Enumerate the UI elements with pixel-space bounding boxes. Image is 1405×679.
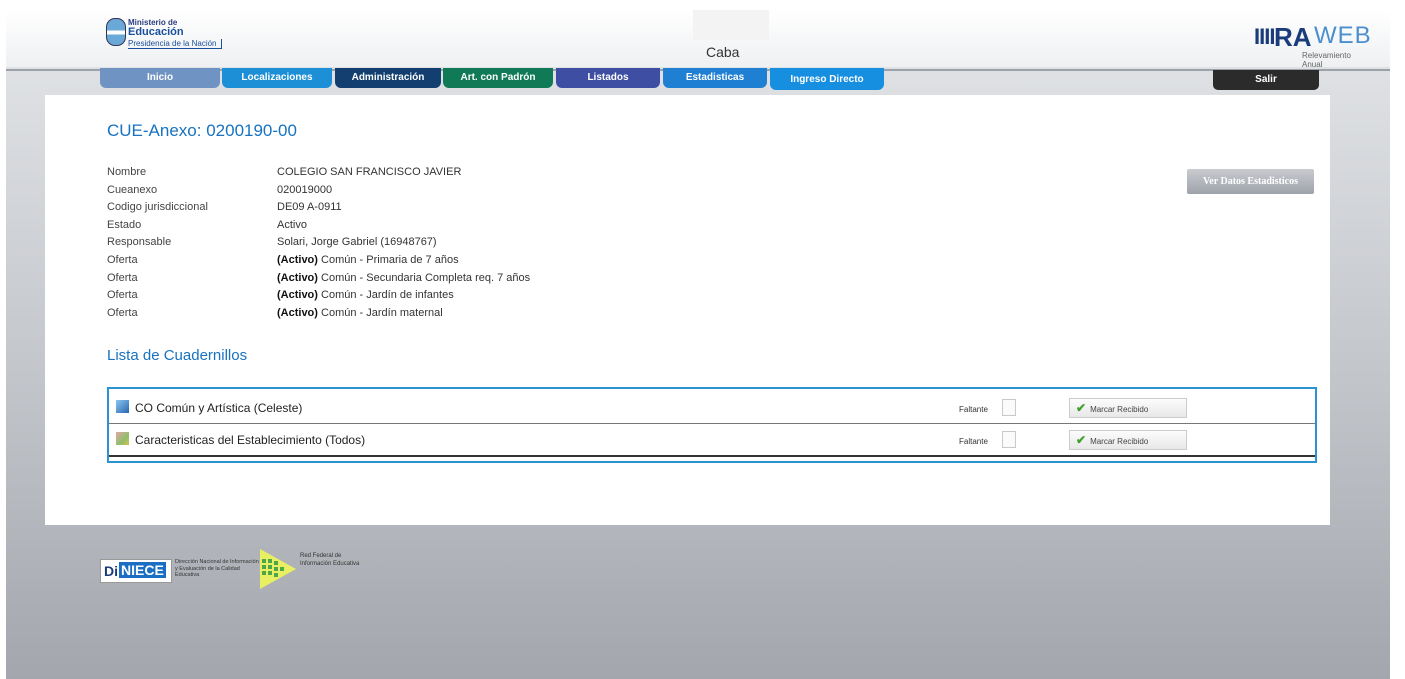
- raweb-web: WEB: [1314, 22, 1372, 49]
- info-value: COLEGIO SAN FRANCISCO JAVIER: [277, 166, 462, 178]
- ver-datos-estadisticos-button[interactable]: Ver Datos Estadisticos: [1187, 169, 1314, 194]
- status-label: Faltante: [959, 437, 988, 446]
- status-checkbox[interactable]: [1002, 431, 1016, 448]
- footer-logos: Di NIECE Dirección Nacional de Informaci…: [100, 547, 400, 591]
- province-label: Caba: [706, 44, 740, 60]
- info-label: Cueanexo: [107, 183, 158, 196]
- main-content: CUE-Anexo: 0200190-00 Nombre COLEGIO SAN…: [45, 95, 1330, 525]
- info-value: (Activo) Común - Jardín de infantes: [277, 289, 454, 302]
- cuadernillos-table: CO Común y Artística (Celeste) Faltante …: [107, 387, 1317, 463]
- raweb-subtitle: Relevamiento Anual: [1302, 51, 1351, 69]
- status-label: Faltante: [959, 405, 988, 414]
- tab-estadisticas[interactable]: Estadisticas: [663, 68, 767, 88]
- info-label: Estado: [107, 218, 142, 231]
- raweb-ra: RA: [1274, 22, 1312, 52]
- booklet-name: Caracteristicas del Establecimiento (Tod…: [135, 433, 366, 447]
- info-label: Nombre: [107, 166, 147, 178]
- tab-art-con-padron[interactable]: Art. con Padrón: [443, 68, 553, 88]
- left-margin: [0, 10, 6, 679]
- ministerio-line3: Presidencia de la Nación: [128, 39, 222, 49]
- tab-administracion[interactable]: Administración: [335, 68, 441, 88]
- info-label: Responsable: [107, 236, 172, 249]
- header-placeholder-box: [693, 10, 769, 40]
- info-label: Oferta: [107, 306, 138, 319]
- section-title: Lista de Cuadernillos: [107, 347, 248, 364]
- diniece-logo: Di NIECE: [100, 559, 172, 583]
- header: Ministerio de Educación Presidencia de l…: [6, 10, 1390, 69]
- info-label: Oferta: [107, 271, 138, 284]
- logout-button[interactable]: Salir: [1213, 70, 1319, 90]
- booklet-icon: [116, 400, 129, 413]
- argentina-shield-icon: [106, 18, 126, 46]
- ministerio-logo: Ministerio de Educación Presidencia de l…: [106, 18, 266, 54]
- app-frame: Ministerio de Educación Presidencia de l…: [0, 0, 1405, 679]
- info-value: (Activo) Común - Jardín maternal: [277, 306, 443, 319]
- status-checkbox[interactable]: [1002, 399, 1016, 416]
- marcar-recibido-button[interactable]: ✔ Marcar Recibido: [1069, 430, 1187, 450]
- info-value: Solari, Jorge Gabriel (16948767): [277, 236, 437, 249]
- info-label: Oferta: [107, 253, 138, 266]
- info-label: Oferta: [107, 289, 138, 302]
- table-row: Caracteristicas del Establecimiento (Tod…: [109, 425, 1315, 457]
- check-icon: ✔: [1076, 401, 1087, 415]
- check-icon: ✔: [1076, 433, 1087, 447]
- raweb-bars: IIII: [1254, 24, 1275, 49]
- info-value: (Activo) Común - Secundaria Completa req…: [277, 271, 531, 284]
- table-row: CO Común y Artística (Celeste) Faltante …: [109, 393, 1315, 424]
- raweb-logo: IIII RA WEB Relevamiento Anual: [1254, 18, 1371, 69]
- diniece-text: Dirección Nacional de Información y Eval…: [175, 559, 259, 578]
- info-label: Codigo jurisdiccional: [107, 201, 208, 214]
- info-value: (Activo) Común - Primaria de 7 años: [277, 253, 459, 266]
- tab-ingreso-directo[interactable]: Ingreso Directo: [770, 68, 884, 90]
- info-value: Activo: [277, 218, 307, 231]
- info-value: DE09 A-0911: [277, 201, 342, 214]
- tab-listados[interactable]: Listados: [556, 68, 660, 88]
- booklet-name: CO Común y Artística (Celeste): [135, 401, 303, 415]
- right-margin: [1390, 10, 1405, 679]
- marcar-recibido-button[interactable]: ✔ Marcar Recibido: [1069, 398, 1187, 418]
- red-federal-logo-icon: [260, 549, 296, 589]
- page-title: CUE-Anexo: 0200190-00: [107, 121, 297, 140]
- info-value: 020019000: [277, 183, 333, 196]
- booklet-icon: [116, 432, 129, 445]
- tab-inicio[interactable]: Inicio: [100, 68, 220, 88]
- tab-localizaciones[interactable]: Localizaciones: [222, 68, 332, 88]
- red-federal-text: Red Federal de Información Educativa: [300, 553, 360, 567]
- ministerio-line2: Educación: [128, 26, 184, 38]
